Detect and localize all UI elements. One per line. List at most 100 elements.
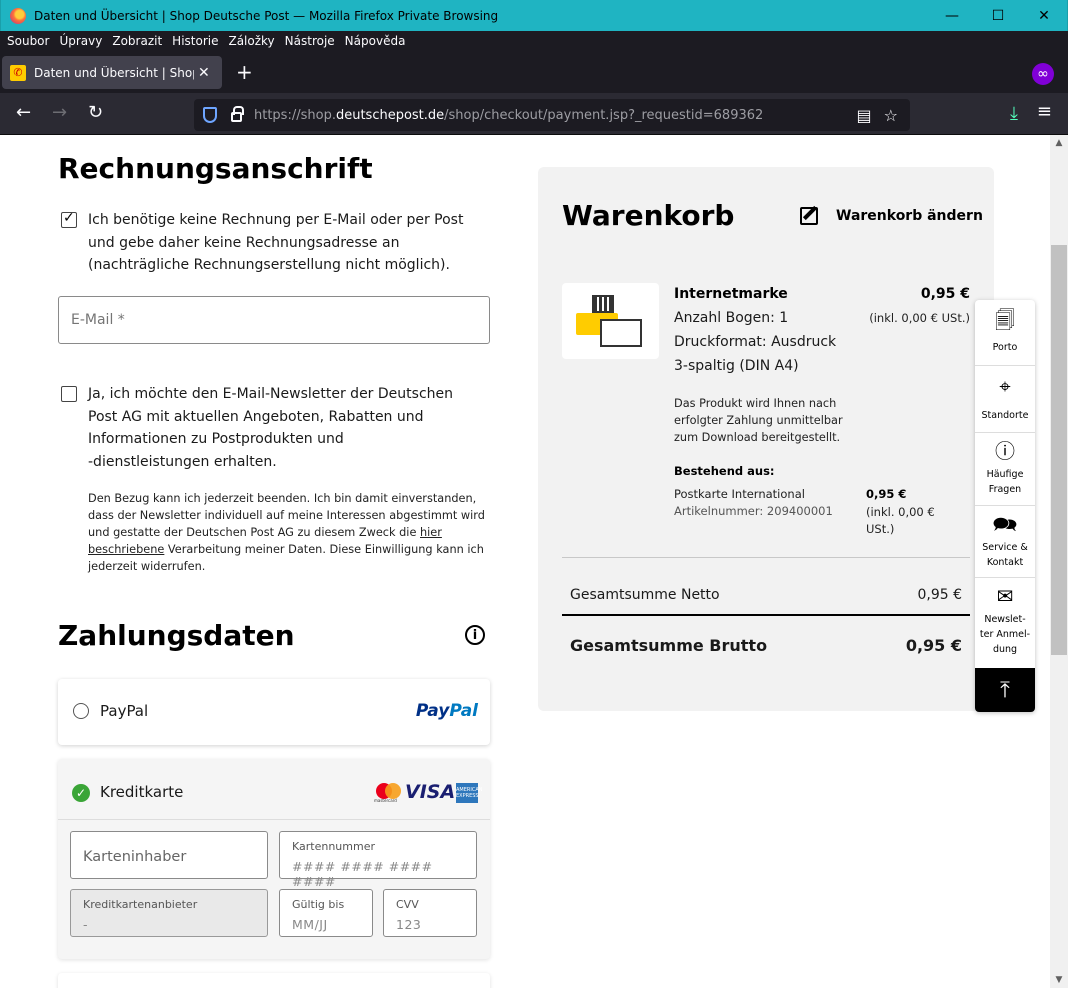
window-titlebar: Daten und Übersicht | Shop Deutsche Post… (0, 0, 1068, 31)
scroll-up-arrow-icon[interactable]: ▲ (1050, 135, 1068, 151)
forward-icon[interactable]: → (52, 103, 67, 123)
scrollbar-thumb[interactable] (1051, 245, 1067, 655)
location-pin-icon: ⌖ (999, 374, 1011, 398)
net-total-label: Gesamtsumme Netto (570, 587, 720, 603)
email-input[interactable] (58, 296, 490, 344)
cart-title: Warenkorb (562, 199, 735, 232)
porto-icon: 🗐 (995, 308, 1015, 332)
chat-bubbles-icon: 🗪 (992, 512, 1018, 536)
no-invoice-label: Ich benötige keine Rechnung per E-Mail o… (88, 212, 464, 273)
sub-item-tax: (inkl. 0,00 € USt.) (866, 505, 935, 536)
menu-zobrazit[interactable]: Zobrazit (112, 34, 162, 48)
product-format-detail: 3-spaltig (DIN A4) (674, 358, 799, 374)
info-icon[interactable]: i (465, 625, 485, 645)
minimize-button[interactable]: — (929, 0, 975, 31)
paypal-radio[interactable] (73, 703, 89, 719)
product-sheets: Anzahl Bogen: 1 (674, 310, 789, 326)
scroll-down-arrow-icon[interactable]: ▼ (1050, 972, 1068, 988)
info-circle-icon: ⓘ (995, 439, 1015, 463)
tab-title: Daten und Übersicht | Shop Deutsche Post (34, 65, 194, 80)
card-number-input[interactable]: Kartennummer #### #### #### #### (279, 831, 477, 889)
white-envelope-icon (600, 319, 642, 347)
private-browsing-icon: ∞ (1032, 63, 1054, 85)
divider (58, 819, 490, 820)
menu-nastroje[interactable]: Nástroje (285, 34, 335, 48)
mastercard-text: mastercard (374, 798, 397, 803)
amex-logo-icon: AMERICAN EXPRESS (456, 783, 483, 803)
menu-napoveda[interactable]: Nápověda (345, 34, 406, 48)
paypal-label: PayPal (100, 702, 149, 720)
firefox-logo-icon (10, 7, 26, 24)
sub-item-name: Postkarte International (674, 487, 805, 501)
card-holder-input[interactable]: Karteninhaber (70, 831, 268, 879)
divider (562, 614, 970, 616)
lock-icon[interactable] (231, 106, 244, 122)
downloads-icon[interactable]: ⤓ (1010, 103, 1018, 124)
arrow-up-icon: ⤒ (1000, 677, 1010, 703)
product-price: 0,95 € (920, 286, 970, 302)
internetmarke-product-image (562, 283, 659, 359)
deutsche-post-favicon-icon: ✆ (10, 64, 26, 81)
divider (562, 557, 970, 558)
hamburger-menu-icon[interactable]: ≡ (1037, 101, 1052, 122)
menu-historie[interactable]: Historie (172, 34, 218, 48)
url-text[interactable]: https://shop.deutschepost.de/shop/checko… (254, 108, 857, 123)
gross-total-value: 0,95 € (905, 636, 962, 655)
reader-view-icon[interactable]: ▤ (857, 106, 872, 125)
selected-check-icon[interactable]: ✓ (72, 784, 90, 802)
bookmark-star-icon[interactable]: ☆ (884, 106, 898, 125)
billing-heading: Rechnungsanschrift (58, 152, 373, 185)
back-icon[interactable]: ← (16, 103, 31, 123)
product-format: Druckformat: Ausdruck (674, 334, 837, 350)
quick-access-widget: 🗐 Porto ⌖ Standorte ⓘ Häufige Fragen 🗪 S… (975, 300, 1035, 712)
next-payment-option[interactable] (58, 973, 490, 988)
sub-item-article-number: Artikelnummer: 209400001 (674, 504, 833, 518)
product-tax: (inkl. 0,00 € USt.) (869, 311, 970, 325)
credit-card-option[interactable]: ✓ Kreditkarte mastercard VISA AMERICAN E… (58, 759, 490, 959)
newsletter-signup-button[interactable]: ✉ Newslet- ter Anmel- dung (975, 578, 1035, 668)
reload-icon[interactable]: ↻ (88, 103, 103, 123)
tab-checkout[interactable]: ✆ Daten und Übersicht | Shop Deutsche Po… (2, 56, 222, 89)
paypal-option[interactable]: PayPal PayPal (58, 679, 490, 745)
product-name: Internetmarke (674, 286, 788, 302)
gross-total-label: Gesamtsumme Brutto (570, 636, 768, 655)
menu-bar: Soubor Úpravy Zobrazit Historie Záložky … (0, 31, 1068, 51)
faq-button[interactable]: ⓘ Häufige Fragen (975, 433, 1035, 506)
consists-of-label: Bestehend aus: (674, 464, 775, 478)
visa-logo-icon: VISA (405, 781, 456, 803)
page-content: Rechnungsanschrift Ich benötige keine Re… (0, 135, 1050, 988)
product-note: Das Produkt wird Ihnen nach erfolgter Za… (674, 397, 843, 444)
window-title: Daten und Übersicht | Shop Deutsche Post… (34, 8, 499, 23)
close-tab-icon[interactable]: ✕ (198, 65, 210, 81)
service-contact-button[interactable]: 🗪 Service & Kontakt (975, 506, 1035, 578)
edit-cart-link[interactable]: Warenkorb ändern (836, 208, 983, 224)
no-invoice-checkbox[interactable] (61, 210, 77, 228)
navigation-toolbar: ← → ↻ https://shop.deutschepost.de/shop/… (0, 93, 1068, 135)
porto-button[interactable]: 🗐 Porto (975, 300, 1035, 366)
card-provider-field: Kreditkartenanbieter - (70, 889, 268, 937)
menu-zalozky[interactable]: Záložky (228, 34, 274, 48)
url-bar[interactable]: https://shop.deutschepost.de/shop/checko… (194, 99, 910, 131)
net-total-value: 0,95 € (917, 587, 962, 603)
standorte-button[interactable]: ⌖ Standorte (975, 366, 1035, 433)
sub-item-price: 0,95 € (866, 487, 907, 501)
page-scrollbar[interactable]: ▲ ▼ (1050, 135, 1068, 988)
new-tab-icon[interactable]: + (236, 62, 253, 82)
qr-code-icon (592, 295, 614, 313)
newsletter-checkbox[interactable] (61, 386, 77, 402)
cvv-input[interactable]: CVV 123 (383, 889, 477, 937)
newsletter-label: Ja, ich möchte den E-Mail-Newsletter der… (88, 386, 453, 470)
menu-upravy[interactable]: Úpravy (59, 34, 102, 48)
menu-soubor[interactable]: Soubor (7, 34, 49, 48)
tab-bar: ✆ Daten und Übersicht | Shop Deutsche Po… (0, 51, 1068, 93)
tracking-protection-shield-icon[interactable] (203, 107, 217, 123)
close-window-button[interactable]: ✕ (1021, 0, 1067, 31)
expiry-input[interactable]: Gültig bis MM/JJ (279, 889, 373, 937)
credit-card-label: Kreditkarte (100, 783, 184, 801)
newsletter-legal-text: Den Bezug kann ich jederzeit beenden. Ic… (88, 492, 485, 573)
mail-at-icon: ✉ (996, 584, 1014, 608)
scroll-to-top-button[interactable]: ⤒ (975, 668, 1035, 712)
edit-icon[interactable] (800, 207, 818, 225)
maximize-button[interactable]: ☐ (975, 0, 1021, 31)
payment-heading: Zahlungsdaten (58, 619, 295, 652)
